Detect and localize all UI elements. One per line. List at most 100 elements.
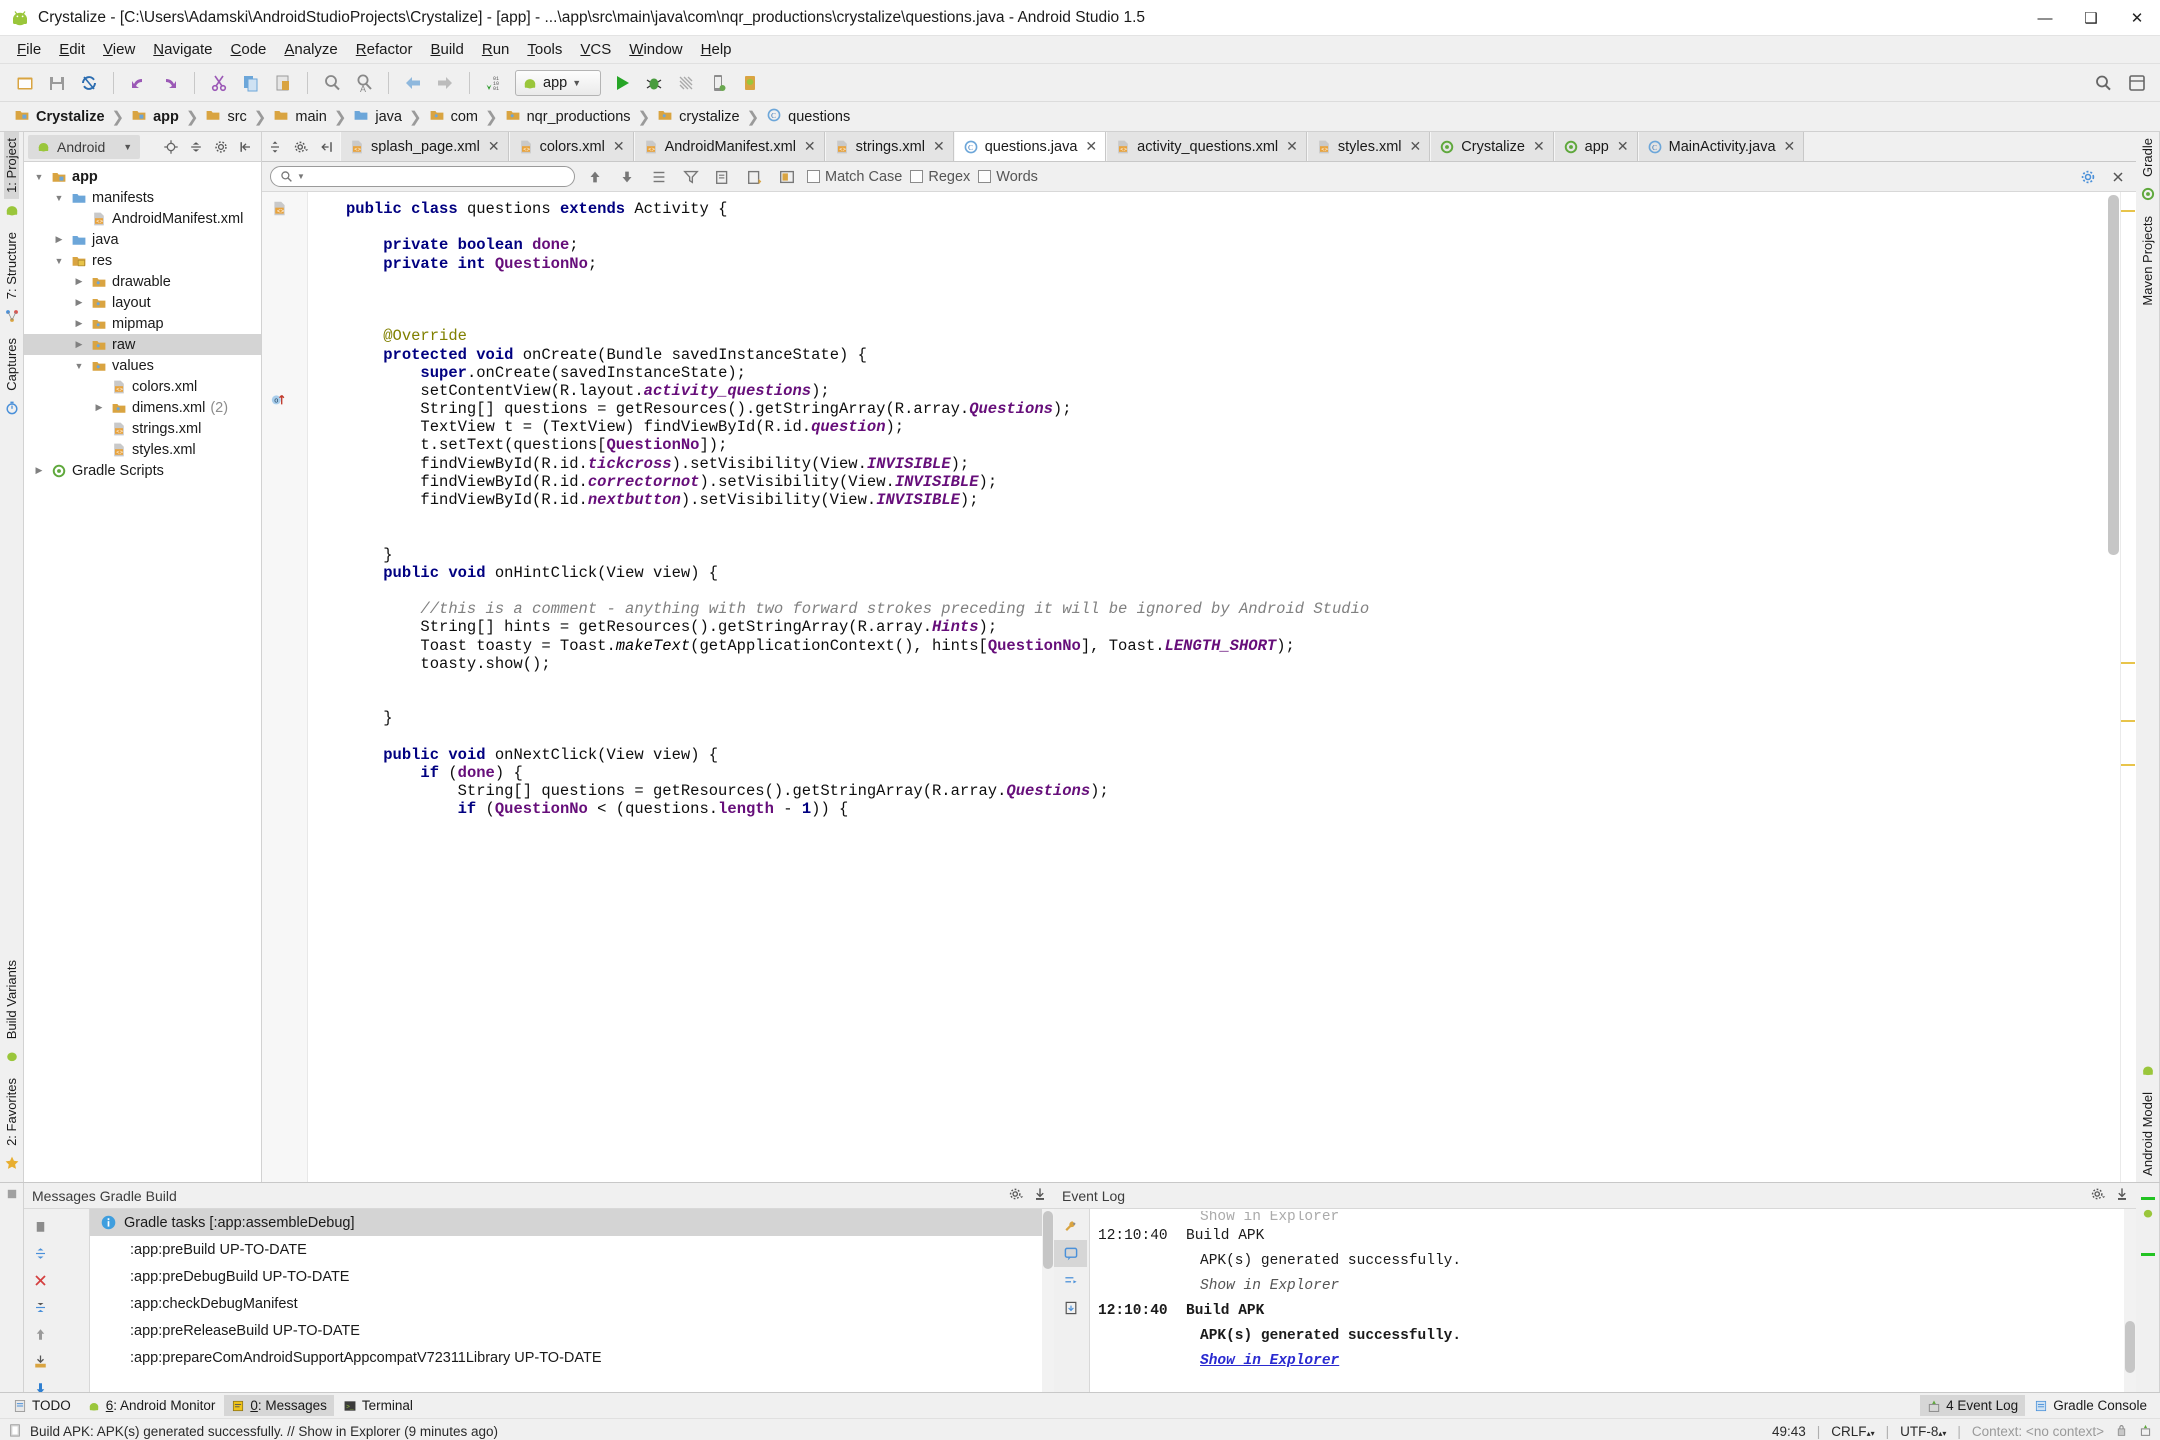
code-folding-strip[interactable] — [308, 192, 322, 1182]
event-log-scrollbar[interactable] — [2124, 1209, 2136, 1392]
event-log-row[interactable]: Show in Explorer — [1090, 1273, 2124, 1298]
tree-item-colors-xml[interactable]: <>colors.xml — [24, 376, 261, 397]
hide-icon[interactable] — [2114, 1186, 2130, 1205]
menu-item-help[interactable]: Help — [692, 38, 741, 61]
cut-icon[interactable] — [204, 68, 234, 98]
close-icon[interactable]: ✕ — [1286, 138, 1298, 155]
sidebar-item-captures[interactable]: Captures — [4, 332, 19, 397]
find-in-path-icon[interactable] — [711, 165, 735, 189]
editor-tab-activity-questions-xml[interactable]: <>activity_questions.xml✕ — [1106, 132, 1307, 161]
copy-icon[interactable] — [236, 68, 266, 98]
collapse-all-icon[interactable] — [185, 136, 207, 158]
regex-checkbox[interactable]: Regex — [910, 169, 970, 185]
hide-icon[interactable] — [314, 132, 340, 161]
event-log-row[interactable]: Show in Explorer — [1090, 1348, 2124, 1373]
down-icon[interactable] — [24, 1375, 57, 1392]
tree-item-dimens-xml[interactable]: ▶dimens.xml(2) — [24, 397, 261, 418]
message-row[interactable]: :app:preReleaseBuild UP-TO-DATE — [90, 1317, 1042, 1344]
close-button[interactable]: ✕ — [2114, 0, 2160, 36]
editor-gutter[interactable]: <> o — [262, 192, 308, 1182]
paste-icon[interactable] — [268, 68, 298, 98]
message-row[interactable]: :app:prepareComAndroidSupportAppcompatV7… — [90, 1344, 1042, 1371]
editor-marker-bar[interactable] — [2120, 192, 2136, 1182]
gear-icon[interactable] — [288, 132, 314, 161]
chevron-right-icon[interactable]: ▶ — [52, 234, 66, 245]
search-everywhere-icon[interactable] — [2088, 68, 2118, 98]
breadcrumb-item-com[interactable]: com — [425, 107, 482, 127]
override-method-icon[interactable]: o — [270, 390, 288, 413]
tree-item-app[interactable]: ▼app — [24, 166, 261, 187]
close-icon[interactable]: ✕ — [1533, 138, 1545, 155]
next-occurrence-icon[interactable] — [615, 165, 639, 189]
back-icon[interactable] — [398, 68, 428, 98]
gear-icon[interactable] — [210, 136, 232, 158]
tool-window-6--android-monitor[interactable]: 6: Android Monitor — [80, 1395, 223, 1416]
breadcrumb-item-nqr_productions[interactable]: nqr_productions — [501, 107, 635, 127]
editor-tab-styles-xml[interactable]: <>styles.xml✕ — [1307, 132, 1430, 161]
tool-window-terminal[interactable]: >_Terminal — [336, 1395, 420, 1416]
select-all-occurrences-icon[interactable] — [647, 165, 671, 189]
breadcrumb-item-questions[interactable]: Cquestions — [762, 107, 854, 127]
breadcrumb-item-src[interactable]: src — [201, 107, 250, 127]
close-icon[interactable]: ✕ — [613, 138, 625, 155]
chevron-down-icon[interactable]: ▼ — [72, 361, 86, 371]
tool-window-todo[interactable]: TODO — [6, 1395, 78, 1416]
sort-icon[interactable] — [1054, 1267, 1087, 1294]
chevron-right-icon[interactable]: ▶ — [72, 339, 86, 350]
expand-all-icon[interactable] — [24, 1240, 57, 1267]
breadcrumb-item-crystalize[interactable]: Crystalize — [10, 107, 109, 127]
event-log-row[interactable]: 12:10:40Build APK — [1090, 1298, 2124, 1323]
close-icon[interactable]: ✕ — [933, 138, 945, 155]
messages-scrollbar[interactable] — [1042, 1209, 1054, 1392]
event-log-row[interactable]: APK(s) generated successfully. — [1090, 1248, 2124, 1273]
export-icon[interactable] — [743, 165, 767, 189]
editor-tab-mainactivity-java[interactable]: CMainActivity.java✕ — [1638, 132, 1805, 161]
menu-item-view[interactable]: View — [94, 38, 144, 61]
tree-item-java[interactable]: ▶java — [24, 229, 261, 250]
warning-marker[interactable] — [2121, 662, 2135, 664]
event-log-row[interactable]: 12:10:40Build APK — [1090, 1223, 2124, 1248]
redo-icon[interactable] — [155, 68, 185, 98]
gear-icon[interactable] — [1008, 1186, 1024, 1205]
replace-icon[interactable]: A — [349, 68, 379, 98]
project-tree[interactable]: ▼app▼manifests<>AndroidManifest.xml▶java… — [24, 162, 261, 1182]
close-icon[interactable]: ✕ — [1410, 138, 1422, 155]
event-log-row[interactable]: APK(s) generated successfully. — [1090, 1323, 2124, 1348]
event-text[interactable]: Show in Explorer — [1200, 1353, 1339, 1369]
tree-item-res[interactable]: ▼res — [24, 250, 261, 271]
sidebar-item-project[interactable]: 1: Project — [4, 132, 19, 199]
menu-item-window[interactable]: Window — [620, 38, 691, 61]
tree-item-styles-xml[interactable]: <>styles.xml — [24, 439, 261, 460]
export-icon[interactable] — [24, 1348, 57, 1375]
close-icon[interactable]: ✕ — [488, 138, 500, 155]
sync-icon[interactable] — [74, 68, 104, 98]
editor-tab-strings-xml[interactable]: <>strings.xml✕ — [825, 132, 954, 161]
save-all-icon[interactable] — [42, 68, 72, 98]
compile-icon[interactable]: 011001 — [479, 68, 509, 98]
breadcrumb-item-crystalize[interactable]: crystalize — [653, 107, 743, 127]
menu-item-run[interactable]: Run — [473, 38, 519, 61]
tree-item-raw[interactable]: ▶raw — [24, 334, 261, 355]
match-case-checkbox[interactable]: Match Case — [807, 169, 902, 185]
lock-icon[interactable] — [2115, 1423, 2128, 1440]
sidebar-item-gradle[interactable]: Gradle — [2140, 132, 2155, 183]
hide-icon[interactable] — [235, 136, 257, 158]
words-checkbox[interactable]: Words — [978, 169, 1038, 185]
up-icon[interactable] — [24, 1321, 57, 1348]
menu-item-edit[interactable]: Edit — [50, 38, 94, 61]
locate-icon[interactable] — [160, 136, 182, 158]
tree-item-layout[interactable]: ▶layout — [24, 292, 261, 313]
chevron-right-icon[interactable]: ▶ — [32, 465, 46, 476]
tree-item-mipmap[interactable]: ▶mipmap — [24, 313, 261, 334]
forward-icon[interactable] — [430, 68, 460, 98]
tree-item-values[interactable]: ▼values — [24, 355, 261, 376]
export-icon[interactable] — [1054, 1294, 1087, 1321]
gear-icon[interactable] — [2090, 1186, 2106, 1205]
find-icon[interactable] — [317, 68, 347, 98]
balloon-icon[interactable] — [1054, 1240, 1087, 1267]
sidebar-item-maven-projects[interactable]: Maven Projects — [2140, 210, 2155, 312]
warning-marker[interactable] — [2121, 764, 2135, 766]
coverage-icon[interactable] — [671, 68, 701, 98]
chevron-down-icon[interactable]: ▼ — [52, 193, 66, 203]
debug-icon[interactable] — [639, 68, 669, 98]
